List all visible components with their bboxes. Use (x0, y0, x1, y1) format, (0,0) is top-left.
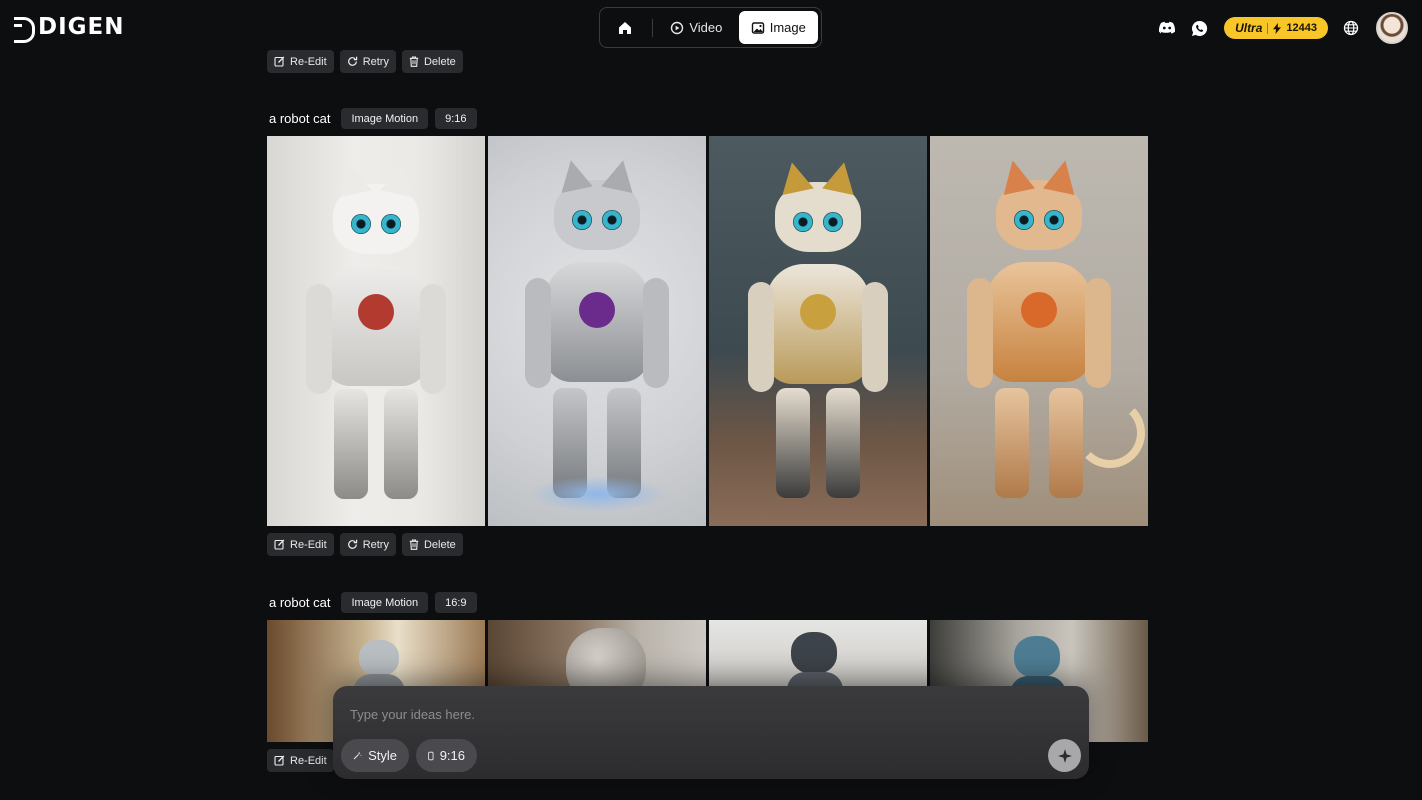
reedit-label: Re-Edit (290, 754, 327, 767)
robot-cat-figure (718, 159, 918, 515)
tab-video[interactable]: Video (659, 11, 734, 44)
reedit-label: Re-Edit (290, 55, 327, 68)
video-icon (671, 21, 684, 34)
robot-cat-figure (276, 161, 476, 514)
generation-1-header: a robot cat Image Motion 9:16 (269, 108, 477, 129)
generate-button[interactable] (1048, 739, 1081, 772)
sparkle-icon (1057, 748, 1072, 763)
generation-2-actions: Re-Edit (267, 749, 334, 772)
globe-icon (1343, 20, 1359, 36)
tab-video-label: Video (689, 20, 723, 35)
logo-mark-icon (14, 16, 35, 43)
prompt-composer: Style 9:16 (333, 686, 1089, 779)
ratio-tag: 16:9 (435, 592, 477, 613)
brand-name: DIGEN (38, 14, 125, 40)
whatsapp-button[interactable] (1188, 17, 1210, 39)
generation-1-actions: Re-Edit Retry Delete (267, 533, 463, 556)
generation-0-actions: Re-Edit Retry Delete (267, 50, 463, 73)
mode-tag: Image Motion (341, 108, 429, 129)
mode-switch: Video Image (599, 7, 822, 48)
delete-label: Delete (423, 55, 456, 68)
aspect-ratio-label: 9:16 (439, 748, 465, 763)
delete-label: Delete (423, 538, 456, 551)
generated-image[interactable] (488, 136, 706, 526)
home-icon (618, 21, 631, 34)
trash-icon (409, 56, 419, 67)
retry-label: Retry (362, 55, 389, 68)
prompt-input[interactable] (350, 705, 1040, 723)
reedit-button[interactable]: Re-Edit (267, 749, 334, 772)
generated-image[interactable] (267, 136, 485, 526)
robot-cat-figure (939, 157, 1145, 516)
reedit-button[interactable]: Re-Edit (267, 50, 334, 73)
magic-wand-icon (353, 751, 362, 760)
retry-label: Retry (362, 538, 389, 551)
mode-divider (652, 18, 654, 37)
delete-button[interactable]: Delete (401, 533, 463, 556)
generation-prompt: a robot cat (269, 595, 331, 610)
lightning-icon (1273, 22, 1282, 34)
retry-icon (347, 56, 357, 66)
aspect-ratio-button[interactable]: 9:16 (416, 739, 477, 772)
home-button[interactable] (603, 11, 646, 44)
edit-icon (274, 755, 285, 766)
discord-button[interactable] (1156, 17, 1178, 39)
robot-cat-head (1014, 636, 1060, 678)
retry-button[interactable]: Retry (339, 50, 396, 73)
generation-2-header: a robot cat Image Motion 16:9 (269, 592, 477, 613)
ratio-tag: 9:16 (435, 108, 477, 129)
retry-icon (347, 539, 357, 549)
whatsapp-icon (1191, 20, 1207, 36)
robot-cat-head (359, 640, 399, 676)
robot-cat-figure (497, 157, 697, 516)
plan-label: Ultra (1235, 21, 1263, 35)
generated-image[interactable] (709, 136, 927, 526)
generated-image[interactable] (930, 136, 1148, 526)
language-button[interactable] (1340, 17, 1362, 39)
style-label: Style (368, 748, 397, 763)
portrait-ratio-icon (428, 751, 434, 760)
retry-button[interactable]: Retry (339, 533, 396, 556)
delete-button[interactable]: Delete (401, 50, 463, 73)
badge-divider (1267, 22, 1269, 34)
mode-tag: Image Motion (341, 592, 429, 613)
reedit-label: Re-Edit (290, 538, 327, 551)
credits-count: 12443 (1286, 22, 1317, 34)
reedit-button[interactable]: Re-Edit (267, 533, 334, 556)
account-area: Ultra 12443 (1156, 11, 1408, 45)
edit-icon (274, 56, 285, 67)
plan-credits-badge[interactable]: Ultra 12443 (1224, 17, 1328, 39)
generation-1-images (267, 136, 1148, 526)
blue-flame-effect (528, 476, 668, 512)
style-button[interactable]: Style (341, 739, 409, 772)
digen-logo[interactable]: DIGEN (14, 14, 125, 43)
tab-image-label: Image (769, 20, 806, 35)
trash-icon (409, 539, 419, 550)
generation-prompt: a robot cat (269, 111, 331, 126)
discord-icon (1159, 21, 1176, 34)
tab-image[interactable]: Image (738, 11, 818, 44)
user-avatar[interactable] (1376, 12, 1408, 44)
robot-cat-head (791, 632, 837, 674)
edit-icon (274, 539, 285, 550)
image-icon (751, 21, 764, 34)
